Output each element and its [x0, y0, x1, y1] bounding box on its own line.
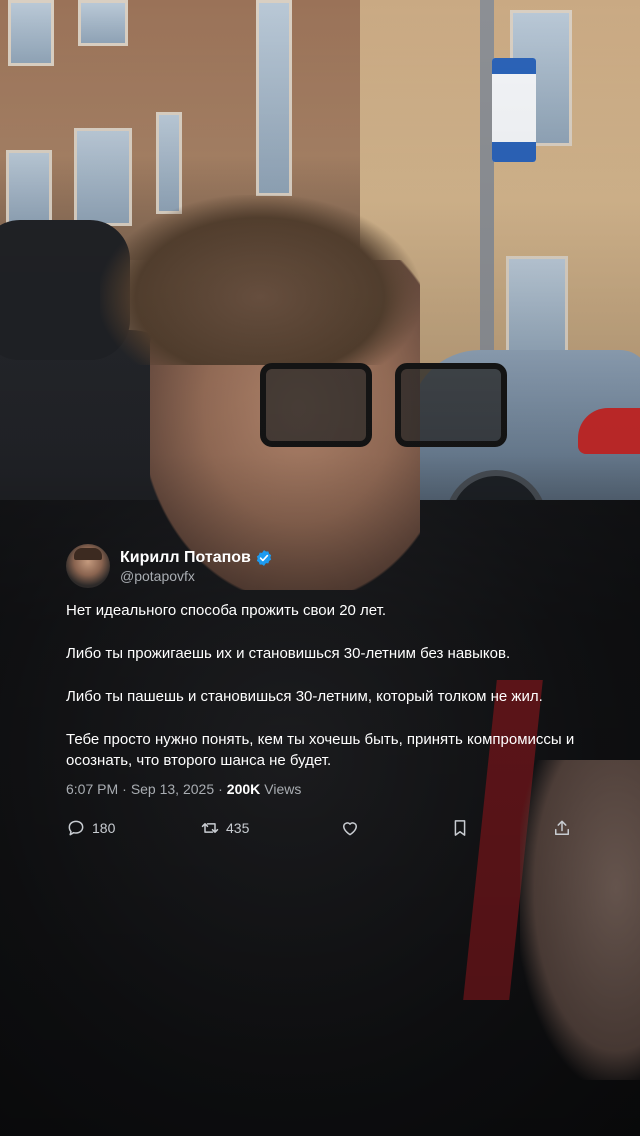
tweet-paragraph: Либо ты пашешь и становишься 30-летним, …: [66, 688, 543, 705]
reply-button[interactable]: 180: [66, 818, 115, 838]
like-button[interactable]: [340, 818, 366, 838]
views-count: 200K: [226, 781, 261, 797]
speech-bubble-icon: [68, 820, 84, 836]
tweet-paragraph: Тебе просто нужно понять, кем ты хочешь …: [66, 731, 575, 769]
tweet-paragraph: Либо ты прожигаешь их и становишься 30-л…: [66, 645, 511, 662]
tweet-text: Нет идеального способа прожить свои 20 л…: [66, 600, 586, 771]
retweet-icon: [201, 823, 219, 833]
author-display-name[interactable]: Кирилл Потапов: [120, 549, 251, 567]
author-block: Кирилл Потапов @potapovfx: [120, 549, 273, 584]
share-button[interactable]: [552, 818, 578, 838]
tweet-header: Кирилл Потапов @potapovfx: [66, 542, 586, 590]
share-icon: [555, 820, 569, 835]
meta-separator: ·: [122, 781, 127, 797]
tweet-actions: 180 435: [66, 815, 586, 841]
views-label: Views: [264, 781, 302, 797]
bookmark-icon: [454, 820, 466, 836]
tweet-card: Кирилл Потапов @potapovfx Нет идеального…: [66, 542, 586, 841]
heart-icon: [343, 822, 357, 836]
tweet-date[interactable]: Sep 13, 2025: [131, 781, 214, 797]
tweet-paragraph: Нет идеального способа прожить свои 20 л…: [66, 602, 387, 619]
verified-badge-icon: [256, 549, 271, 566]
tweet-time[interactable]: 6:07 PM: [66, 781, 118, 797]
avatar[interactable]: [66, 544, 110, 588]
author-handle[interactable]: @potapovfx: [120, 568, 273, 584]
tweet-meta: 6:07 PM · Sep 13, 2025 · 200K Views: [66, 781, 586, 797]
retweet-count: 435: [226, 820, 250, 836]
retweet-button[interactable]: 435: [200, 818, 249, 838]
reply-count: 180: [92, 820, 116, 836]
name-row: Кирилл Потапов: [120, 549, 273, 567]
bookmark-button[interactable]: [450, 818, 476, 838]
meta-separator: ·: [218, 781, 223, 797]
